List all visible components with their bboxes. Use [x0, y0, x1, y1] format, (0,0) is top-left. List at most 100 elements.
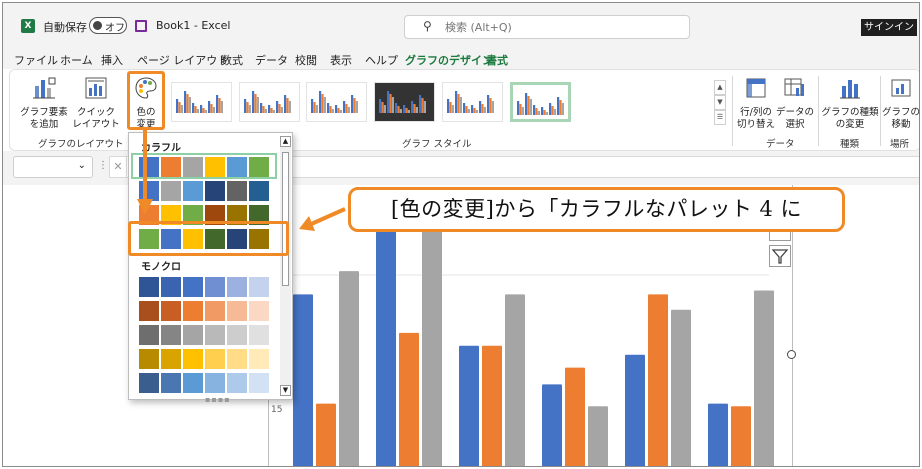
palette-option[interactable]: [139, 181, 269, 201]
preview-bar: [262, 106, 265, 113]
chart-bar[interactable]: [376, 217, 396, 467]
chart-bar[interactable]: [625, 354, 645, 467]
signin-button[interactable]: サインイン: [861, 19, 917, 36]
tab-view[interactable]: 表示: [330, 52, 352, 68]
quick-layout-button[interactable]: クイック レイアウト: [72, 76, 120, 131]
gallery-scroll[interactable]: ▲ ▼ ☰: [714, 80, 726, 126]
tab-insert[interactable]: 挿入: [101, 52, 123, 68]
preview-bar: [387, 91, 390, 113]
chart-style-option[interactable]: [171, 82, 232, 122]
preview-bar: [264, 109, 267, 113]
formula-dots-icon: ⋮: [98, 160, 108, 171]
preview-bar: [345, 104, 348, 113]
preview-bar: [421, 98, 424, 113]
preview-bar: [355, 101, 358, 113]
preview-bar: [186, 94, 189, 113]
chart-style-option[interactable]: [306, 82, 367, 122]
chart-style-option[interactable]: [374, 82, 435, 122]
chart-bar[interactable]: [399, 332, 419, 467]
tab-file[interactable]: ファイル: [14, 52, 58, 68]
chart-bar[interactable]: [316, 403, 336, 467]
palette-option[interactable]: [139, 277, 269, 297]
chart-bar[interactable]: [754, 290, 774, 467]
chart-style-option[interactable]: [510, 82, 571, 122]
chart-bar[interactable]: [671, 309, 691, 467]
palette-swatch: [205, 373, 225, 393]
palette-swatch: [161, 181, 181, 201]
preview-bar: [343, 101, 346, 113]
search-box[interactable]: ⚲: [404, 15, 690, 39]
search-input[interactable]: [445, 19, 645, 35]
select-data-button[interactable]: データの 選択: [776, 76, 814, 131]
group-label-type: 種類: [840, 139, 860, 150]
palette-swatch: [183, 277, 203, 297]
palette-option[interactable]: [139, 301, 269, 321]
palette-swatch: [183, 325, 203, 345]
chart-style-option[interactable]: [239, 82, 300, 122]
autosave-toggle[interactable]: オフ: [89, 17, 127, 34]
chart-filter-button[interactable]: [769, 245, 791, 267]
scroll-thumb[interactable]: [282, 152, 289, 286]
chart-bar[interactable]: [731, 406, 751, 467]
switch-row-column-button[interactable]: 行/列の 切り替え: [736, 76, 776, 131]
change-chart-type-button[interactable]: グラフの種類 の変更: [820, 76, 880, 131]
group-label-data: データ: [766, 139, 795, 150]
add-chart-element-button[interactable]: グラフ要素 を追加: [20, 76, 68, 131]
resize-grip-icon[interactable]: ▪▪▪▪: [205, 395, 231, 404]
palette-option[interactable]: [139, 373, 269, 393]
palette-swatch: [227, 325, 247, 345]
tab-data[interactable]: データ: [255, 52, 288, 68]
chart-bar[interactable]: [505, 294, 525, 467]
gallery-down-icon[interactable]: ▼: [714, 95, 726, 110]
chart-bar[interactable]: [459, 345, 479, 467]
gallery-up-icon[interactable]: ▲: [714, 80, 726, 95]
preview-bar: [475, 110, 478, 113]
chart-style-option[interactable]: [442, 82, 503, 122]
chart-bar[interactable]: [422, 227, 442, 467]
tab-help[interactable]: ヘルプ: [365, 52, 398, 68]
scroll-up-icon[interactable]: ▲: [280, 136, 291, 147]
preview-bar: [537, 111, 540, 115]
preview-bar: [545, 112, 548, 115]
move-chart-button[interactable]: グラフの 移動: [882, 76, 919, 131]
chart-bar[interactable]: [565, 367, 585, 467]
chart-bar[interactable]: [293, 294, 313, 467]
preview-bar: [411, 101, 414, 113]
preview-bar: [331, 109, 334, 113]
palette-option[interactable]: [139, 325, 269, 345]
tab-formulas[interactable]: 数式: [221, 52, 243, 68]
preview-bar: [284, 95, 287, 113]
scroll-down-icon[interactable]: ▼: [280, 385, 291, 396]
chart-bar[interactable]: [588, 406, 608, 467]
y-tick-label: 15: [271, 405, 282, 415]
tab-home[interactable]: ホーム: [60, 52, 93, 68]
cancel-formula-button[interactable]: ✕: [109, 156, 127, 178]
preview-bar: [527, 96, 530, 115]
palette-swatch: [249, 181, 269, 201]
dropdown-scrollbar[interactable]: ▲ ▼: [280, 136, 291, 396]
palette-swatch: [139, 301, 159, 321]
group-label-styles: グラフ スタイル: [402, 139, 472, 150]
add-chart-element-label-1: グラフ要素: [20, 107, 68, 118]
resize-handle[interactable]: [787, 350, 796, 359]
gallery-more-icon[interactable]: ☰: [714, 110, 726, 125]
name-box[interactable]: ⌄: [13, 156, 93, 178]
preview-bar: [176, 99, 179, 113]
preview-bar: [455, 91, 458, 113]
chevron-down-icon[interactable]: ⌄: [78, 160, 86, 171]
preview-bar: [467, 109, 470, 113]
tab-chart-design[interactable]: グラフのデザイン: [405, 52, 493, 72]
tab-format[interactable]: 書式: [486, 52, 508, 68]
chart-bar[interactable]: [339, 271, 359, 467]
tab-review[interactable]: 校閲: [295, 52, 317, 68]
preview-bar: [194, 106, 197, 113]
chart-bar[interactable]: [542, 384, 562, 467]
tab-page-layout[interactable]: ページ レイアウト: [137, 52, 228, 68]
chart-bar[interactable]: [648, 294, 668, 467]
chart-bar[interactable]: [708, 403, 728, 467]
preview-bar: [200, 105, 203, 113]
palette-option[interactable]: [139, 349, 269, 369]
save-icon[interactable]: [135, 20, 147, 32]
chart-bar[interactable]: [482, 345, 502, 467]
change-chart-type-label-2: の変更: [835, 119, 865, 130]
